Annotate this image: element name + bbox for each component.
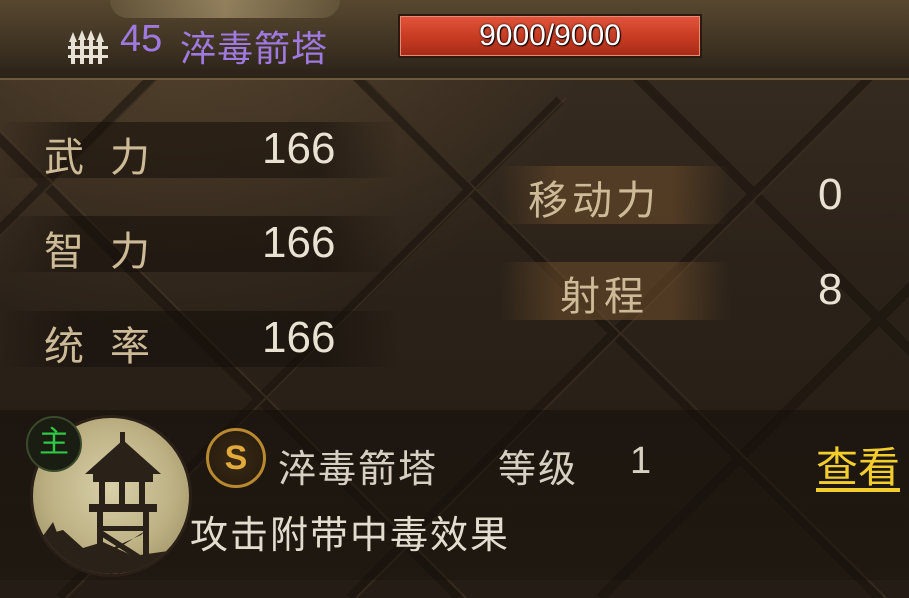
stat-label-command: 统率 — [44, 324, 176, 370]
stat-value-force: 166 — [262, 124, 336, 173]
main-badge: 主 — [26, 416, 82, 472]
unit-header: 45 淬毒箭塔 9000/9000 — [0, 0, 909, 80]
stat-label-intelligence: 智力 — [44, 229, 176, 275]
header-art — [110, 0, 340, 18]
stat-label-force: 武力 — [44, 135, 176, 181]
skill-name: 淬毒箭塔 — [278, 447, 439, 491]
hp-bar: 9000/9000 — [398, 14, 702, 58]
stat-value-command: 166 — [262, 313, 336, 362]
skill-level: 1 — [630, 440, 652, 482]
skill-rank-badge: S — [206, 428, 266, 488]
skill-level-label: 等级 — [498, 447, 579, 491]
stat-label-movement: 移动力 — [528, 178, 660, 224]
stat-value-intelligence: 166 — [262, 218, 336, 267]
unit-name: 淬毒箭塔 — [180, 29, 329, 70]
view-skill-link[interactable]: 查看 — [816, 434, 900, 495]
arrows-icon — [68, 30, 108, 64]
unit-level: 45 — [120, 18, 163, 60]
stat-value-movement: 0 — [818, 170, 843, 219]
skill-description: 攻击附带中毒效果 — [190, 513, 511, 557]
stat-value-range: 8 — [818, 265, 843, 314]
hp-text: 9000/9000 — [479, 19, 621, 52]
stat-label-range: 射程 — [560, 274, 648, 320]
